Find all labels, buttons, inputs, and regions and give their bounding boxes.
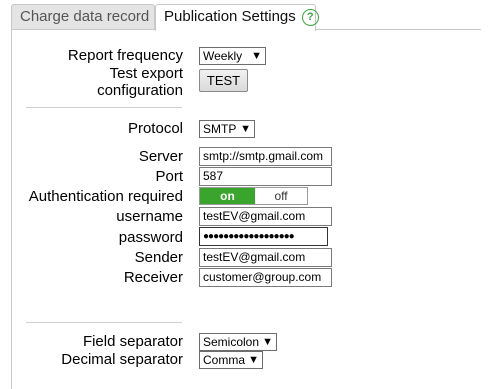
server-input[interactable]: smtp://smtp.gmail.com bbox=[199, 147, 332, 166]
chevron-down-icon: ▼ bbox=[248, 354, 259, 366]
report-frequency-select[interactable]: Weekly ▼ bbox=[199, 47, 266, 65]
help-icon[interactable]: ? bbox=[301, 9, 319, 26]
tab-label: Charge data record bbox=[20, 8, 150, 25]
report-frequency-label: Report frequency bbox=[67, 47, 183, 64]
divider bbox=[26, 107, 182, 108]
field-separator-label: Field separator bbox=[82, 333, 183, 350]
tab-label: Publication Settings bbox=[164, 8, 296, 25]
chevron-down-icon: ▼ bbox=[262, 336, 273, 348]
select-value: Semicolon bbox=[203, 335, 260, 349]
chevron-down-icon: ▼ bbox=[240, 123, 251, 135]
authentication-toggle[interactable]: on off bbox=[199, 187, 308, 205]
port-label: Port bbox=[155, 168, 183, 185]
tab-bar: Charge data record Publication Settings? bbox=[0, 0, 492, 31]
select-value: SMTP bbox=[203, 122, 237, 136]
test-export-label-line2: configuration bbox=[97, 82, 183, 99]
select-value: Comma bbox=[203, 353, 246, 367]
chevron-down-icon: ▼ bbox=[251, 50, 262, 62]
protocol-select[interactable]: SMTP ▼ bbox=[199, 120, 255, 138]
select-value: Weekly bbox=[203, 49, 243, 63]
toggle-off-option[interactable]: off bbox=[255, 188, 307, 204]
tab-publication-settings[interactable]: Publication Settings? bbox=[155, 4, 319, 31]
server-label: Server bbox=[138, 148, 183, 165]
toggle-on-option[interactable]: on bbox=[200, 188, 255, 204]
sender-label: Sender bbox=[134, 249, 183, 266]
test-export-label-line1: Test export bbox=[109, 65, 183, 82]
authentication-label: Authentication required bbox=[28, 188, 183, 205]
tab-charge-data-record[interactable]: Charge data record bbox=[11, 4, 155, 30]
receiver-label: Receiver bbox=[123, 269, 183, 286]
test-button[interactable]: TEST bbox=[199, 69, 248, 92]
password-input[interactable]: ●●●●●●●●●●●●●●●●●● bbox=[199, 227, 328, 246]
username-label: username bbox=[116, 208, 183, 225]
divider bbox=[26, 322, 182, 323]
password-label: password bbox=[118, 229, 183, 246]
receiver-input[interactable]: customer@group.com bbox=[199, 268, 332, 287]
username-input[interactable]: testEV@gmail.com bbox=[199, 207, 332, 226]
field-separator-select[interactable]: Semicolon ▼ bbox=[199, 333, 277, 351]
port-input[interactable]: 587 bbox=[199, 167, 332, 186]
decimal-separator-select[interactable]: Comma ▼ bbox=[199, 351, 263, 369]
protocol-label: Protocol bbox=[127, 120, 183, 137]
sender-input[interactable]: testEV@gmail.com bbox=[199, 248, 332, 267]
decimal-separator-label: Decimal separator bbox=[61, 351, 183, 368]
